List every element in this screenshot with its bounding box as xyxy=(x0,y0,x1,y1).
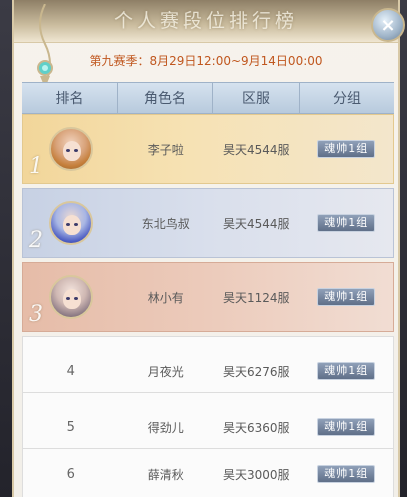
avatar xyxy=(48,275,93,319)
panel-title: 个人赛段位排行榜 xyxy=(113,10,298,32)
group-badge: 魂帅1组 xyxy=(317,362,376,380)
group-cell: 魂帅1组 xyxy=(300,263,394,331)
server-name: 昊天4544服 xyxy=(222,142,290,157)
rank-cell: 1 xyxy=(23,115,118,183)
leaderboard-panel: 个人赛段位排行榜 第九赛季：8月29日12:00~9月14日00:00 排名 角… xyxy=(12,0,400,497)
rank-number: 6 xyxy=(66,466,75,482)
close-button[interactable]: × xyxy=(371,8,405,42)
table-row[interactable]: 3 林小有 昊天1124服 魂帅1组 xyxy=(22,262,394,332)
rank-cell: 2 xyxy=(23,189,118,257)
rank-cell: 6 xyxy=(23,449,118,497)
group-badge: 魂帅1组 xyxy=(317,465,376,483)
server-name: 昊天3000服 xyxy=(222,467,290,482)
group-cell: 魂帅1组 xyxy=(300,449,394,497)
rank-number: 5 xyxy=(66,419,75,435)
group-cell: 魂帅1组 xyxy=(300,189,394,257)
rank-number: 3 xyxy=(29,302,43,327)
player-name: 薛清秋 xyxy=(147,467,184,482)
header-name: 角色名 xyxy=(118,83,213,113)
header-group: 分组 xyxy=(333,91,361,107)
group-badge: 魂帅1组 xyxy=(317,288,376,306)
rank-cell: 3 xyxy=(23,263,118,331)
close-icon: × xyxy=(380,14,396,36)
rank-number: 4 xyxy=(66,363,75,379)
group-badge: 魂帅1组 xyxy=(317,214,376,232)
header-rank: 排名 xyxy=(22,83,118,113)
table-row[interactable]: 6 薛清秋 昊天3000服 魂帅1组 xyxy=(22,448,394,497)
rank-number: 2 xyxy=(29,228,43,253)
player-name: 林小有 xyxy=(147,290,184,305)
server-name: 昊天1124服 xyxy=(222,290,290,305)
group-cell: 魂帅1组 xyxy=(300,115,394,183)
table-header: 排名 角色名 区服 分组 xyxy=(22,82,394,114)
player-name: 李子啦 xyxy=(147,142,184,157)
avatar xyxy=(48,127,93,171)
season-period: 第九赛季：8月29日12:00~9月14日00:00 xyxy=(89,54,323,68)
group-badge: 魂帅1组 xyxy=(317,140,376,158)
rank-number: 1 xyxy=(29,154,43,179)
header-server: 区服 xyxy=(213,83,300,113)
player-name: 东北鸟叔 xyxy=(141,216,190,231)
table-row[interactable]: 2 东北鸟叔 昊天4544服 魂帅1组 xyxy=(22,188,394,258)
group-badge: 魂帅1组 xyxy=(317,418,376,436)
title-bar: 个人赛段位排行榜 xyxy=(14,0,398,43)
server-name: 昊天4544服 xyxy=(222,216,290,231)
avatar xyxy=(48,201,93,245)
table-row[interactable]: 1 李子啦 昊天4544服 魂帅1组 xyxy=(22,114,394,184)
